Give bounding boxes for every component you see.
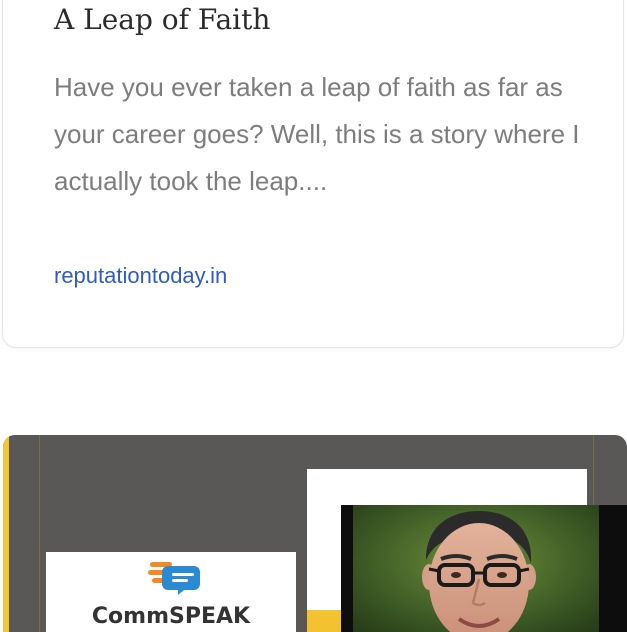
portrait-photo	[341, 505, 627, 632]
frame-guide-line	[39, 435, 40, 632]
portrait-illustration	[341, 505, 627, 632]
link-preview-card[interactable]: A Leap of Faith Have you ever taken a le…	[2, 0, 624, 348]
source-link[interactable]: reputationtoday.in	[54, 261, 227, 291]
logo-text: CommSPEAK	[91, 604, 251, 629]
commspeak-logo: CommSPEAK	[46, 552, 296, 632]
card-title[interactable]: A Leap of Faith	[54, 2, 270, 38]
speech-bubbles-icon	[148, 562, 200, 595]
yellow-frame-edge	[3, 435, 9, 632]
card-description: Have you ever taken a leap of faith as f…	[54, 72, 580, 196]
article-preview-image[interactable]: CommSPEAK	[3, 435, 627, 632]
